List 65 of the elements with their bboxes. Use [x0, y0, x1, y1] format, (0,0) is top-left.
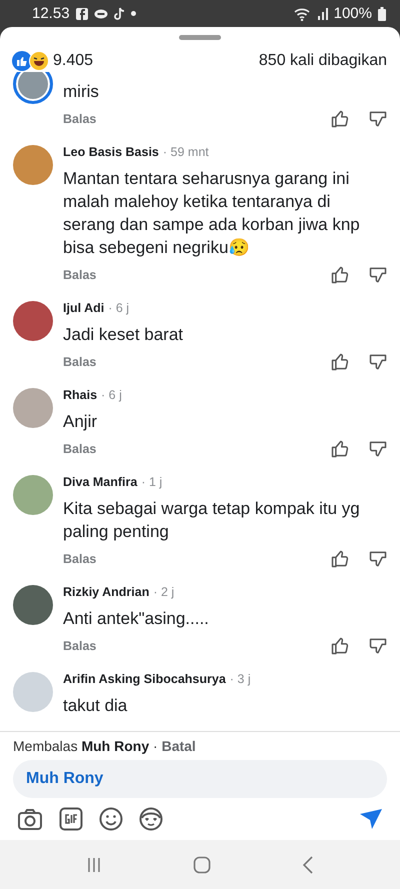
- avatar-photo[interactable]: [13, 145, 53, 185]
- comment-time: · 2 j: [153, 585, 174, 599]
- avatar-photo[interactable]: [13, 585, 53, 625]
- commenter-name[interactable]: Arifin Asking Sibocahsurya: [63, 672, 226, 686]
- battery-icon: [378, 6, 386, 20]
- like-reaction-icon: [12, 51, 32, 71]
- notification-dot-icon: [130, 11, 136, 16]
- comment-text: takut dia: [63, 695, 128, 717]
- chat-bubble-icon: [94, 8, 108, 18]
- battery-percentage: 100%: [334, 5, 372, 22]
- share-count[interactable]: 850 kali dibagikan: [258, 52, 387, 70]
- reply-link[interactable]: Balas: [63, 355, 330, 369]
- facebook-icon: [76, 8, 88, 20]
- comment-time: · 59 mnt: [162, 145, 209, 159]
- avatar-sticker-icon[interactable]: [139, 807, 163, 831]
- music-note-icon: [114, 7, 125, 20]
- reaction-count[interactable]: 9.405: [53, 52, 259, 70]
- recent-apps-icon[interactable]: [86, 856, 102, 872]
- thumbs-down-icon[interactable]: [368, 636, 388, 656]
- thumbs-down-icon[interactable]: [368, 109, 388, 129]
- reply-link[interactable]: Balas: [63, 442, 330, 456]
- laughing-emoji-icon: [29, 51, 49, 71]
- comment-time: · 6 j: [101, 388, 122, 402]
- wifi-icon: [294, 6, 312, 20]
- commenter-name[interactable]: Ijul Adi: [63, 301, 104, 315]
- comment-text: Anti antek"asing.....: [63, 608, 210, 630]
- comment-time: · 1 j: [141, 475, 162, 489]
- comment-time: · 3 j: [230, 672, 251, 686]
- comment-text: Kita sebagai warga tetap kompak itu yg paling penting: [63, 498, 361, 543]
- thumbs-up-icon[interactable]: [330, 439, 350, 459]
- reply-link[interactable]: Balas: [63, 112, 330, 126]
- avatar-photo[interactable]: [13, 72, 53, 104]
- send-icon[interactable]: [359, 808, 383, 830]
- thumbs-up-icon[interactable]: [330, 265, 350, 285]
- thumbs-down-icon[interactable]: [368, 352, 388, 372]
- commenter-name[interactable]: Rizkiy Andrian: [63, 585, 150, 599]
- home-icon[interactable]: [192, 856, 211, 874]
- comment-text: Jadi keset barat: [63, 324, 184, 346]
- thumbs-down-icon[interactable]: [368, 439, 388, 459]
- smiley-icon[interactable]: [99, 807, 123, 831]
- reply-link[interactable]: Balas: [63, 639, 330, 653]
- reply-link[interactable]: Balas: [63, 268, 330, 282]
- thumbs-up-icon[interactable]: [330, 109, 350, 129]
- camera-icon[interactable]: [17, 807, 43, 831]
- gif-icon[interactable]: [59, 807, 83, 831]
- thumbs-up-icon[interactable]: [330, 549, 350, 569]
- commenter-name[interactable]: Diva Manfira: [63, 475, 138, 489]
- thumbs-down-icon[interactable]: [368, 265, 388, 285]
- comment-text: Anjir: [63, 411, 98, 433]
- comment-input-field[interactable]: Muh Rony: [13, 760, 387, 798]
- comment-time: · 6 j: [108, 301, 130, 315]
- signal-icon: [318, 8, 328, 20]
- drag-handle[interactable]: [179, 35, 221, 40]
- thumbs-up-icon[interactable]: [330, 352, 350, 372]
- clock: 12.53: [32, 5, 70, 22]
- reply-link[interactable]: Balas: [63, 552, 330, 566]
- commenter-name[interactable]: Leo Basis Basis: [63, 145, 159, 159]
- comment-text: miris: [63, 81, 100, 103]
- avatar-photo[interactable]: [13, 301, 53, 341]
- thumbs-up-icon[interactable]: [330, 636, 350, 656]
- thumbs-down-icon[interactable]: [368, 549, 388, 569]
- commenter-name[interactable]: Rhais: [63, 388, 98, 402]
- back-icon[interactable]: [302, 856, 314, 874]
- comment-text: Mantan tentara seharusnya garang ini malah malehoy ketika tentaranya di serang dan sampe ada korban jiwa knp bisa sebegeni negriku😥: [63, 168, 361, 259]
- replying-to-text: Membalas Muh Rony · Batal: [13, 738, 197, 754]
